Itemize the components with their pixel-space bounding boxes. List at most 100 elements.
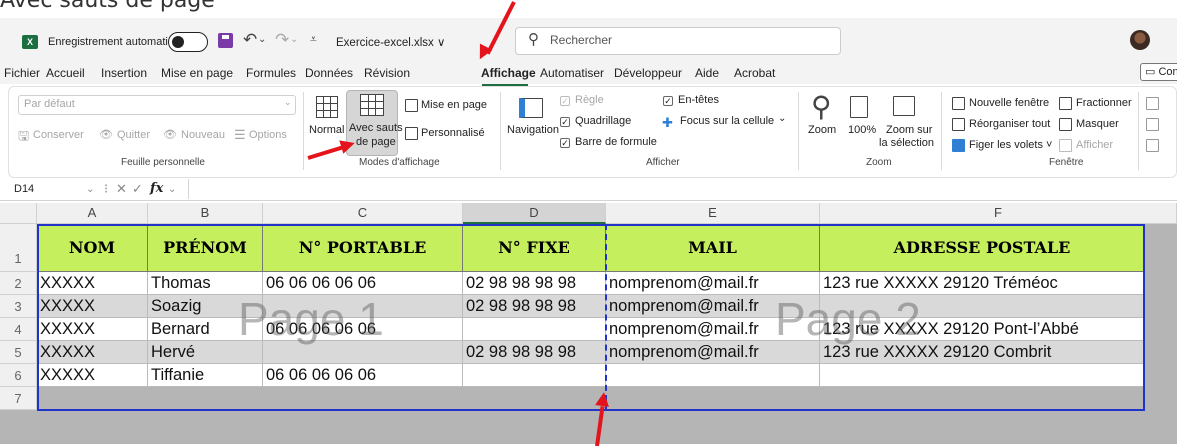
tab-aide[interactable]: Aide [695,66,719,80]
headings-checkbox[interactable]: ✓ [663,96,673,106]
formula-bar-checkbox[interactable]: ✓ [560,138,570,148]
new-view-button[interactable]: Nouveau [181,129,225,141]
row-header-6[interactable]: 6 [0,364,37,387]
save-icon[interactable] [218,33,233,48]
cell[interactable] [463,364,606,387]
cell[interactable]: 02 98 98 98 98 [463,341,606,364]
sync-scroll-icon[interactable] [1146,118,1159,131]
file-name[interactable]: Exercice-excel.xlsx ∨ [336,35,445,49]
cell[interactable] [820,364,1145,387]
row-header-3[interactable]: 3 [0,295,37,318]
header-cell-prenom[interactable]: PRÉNOM [148,224,263,272]
column-header-c[interactable]: C [263,203,463,224]
select-all-corner[interactable] [0,203,37,224]
tab-revision[interactable]: Révision [364,66,410,80]
focus-cell-dropdown-icon[interactable]: ⌄ [778,113,786,124]
options-button[interactable]: Options [249,129,287,141]
cell[interactable]: Hervé [148,341,263,364]
redo-icon[interactable]: ↷ [275,30,289,50]
row-header-2[interactable]: 2 [0,272,37,295]
tab-fichier[interactable]: Fichier [4,66,40,80]
cell[interactable]: 123 rue XXXXX 29120 Pont-l’Abbé [820,318,1145,341]
column-header-d[interactable]: D [463,203,606,224]
custom-views-button[interactable]: Personnalisé [421,127,485,139]
cell[interactable]: 06 06 06 06 06 [263,318,463,341]
normal-view-button[interactable]: Normal [309,124,344,136]
zoom-button[interactable]: Zoom [808,124,836,136]
cell[interactable]: Tiffanie [148,364,263,387]
header-cell-nom[interactable]: NOM [37,224,148,272]
cell[interactable]: Bernard [148,318,263,341]
new-window-button[interactable]: Nouvelle fenêtre [969,97,1049,109]
tab-affichage[interactable]: Affichage [481,66,536,80]
exit-button[interactable]: Quitter [117,129,150,141]
split-button[interactable]: Fractionner [1076,97,1132,109]
cell[interactable]: nomprenom@mail.fr [606,295,820,318]
cell[interactable]: XXXXX [37,364,148,387]
ruler-checkbox[interactable]: ✓ [560,96,570,106]
cell[interactable]: 02 98 98 98 98 [463,272,606,295]
cell[interactable]: nomprenom@mail.fr [606,341,820,364]
fx-dropdown-icon[interactable]: ⌄ [168,184,176,195]
page-layout-button[interactable]: Mise en page [421,99,487,111]
navigation-button[interactable]: Navigation [507,124,559,136]
tab-mise-en-page[interactable]: Mise en page [161,66,233,80]
cell[interactable] [463,318,606,341]
cell[interactable]: 123 rue XXXXX 29120 Tréméoc [820,272,1145,295]
tab-automatiser[interactable]: Automatiser [540,66,604,80]
cell[interactable]: nomprenom@mail.fr [606,318,820,341]
tab-acrobat[interactable]: Acrobat [734,66,775,80]
reset-position-icon[interactable] [1146,139,1159,152]
arrange-all-button[interactable]: Réorganiser tout [969,118,1050,130]
side-by-side-icon[interactable] [1146,97,1159,110]
redo-dropdown-icon[interactable]: ⌄ [290,34,298,45]
name-box-dropdown-icon[interactable]: ⌄ [86,184,94,195]
header-cell-mail[interactable]: MAIL [606,224,820,272]
cancel-icon[interactable]: ✕ [116,181,127,197]
header-cell-portable[interactable]: N° PORTABLE [263,224,463,272]
header-cell-fixe[interactable]: N° FIXE [463,224,606,272]
cell[interactable]: Soazig [148,295,263,318]
cell[interactable] [263,341,463,364]
undo-dropdown-icon[interactable]: ⌄ [258,34,266,45]
tab-formules[interactable]: Formules [246,66,296,80]
tab-insertion[interactable]: Insertion [101,66,147,80]
column-header-e[interactable]: E [606,203,820,224]
hide-button[interactable]: Masquer [1076,118,1119,130]
column-header-f[interactable]: F [820,203,1177,224]
column-header-a[interactable]: A [37,203,148,224]
zoom-selection-label-1[interactable]: Zoom sur [886,124,932,136]
header-cell-adresse[interactable]: ADRESSE POSTALE [820,224,1145,272]
comments-button[interactable]: ▭ Con [1140,63,1177,81]
cell[interactable]: XXXXX [37,295,148,318]
formula-input[interactable] [196,180,1171,198]
row-header-1[interactable]: 1 [0,224,37,272]
cell[interactable]: 123 rue XXXXX 29120 Combrit [820,341,1145,364]
user-avatar[interactable] [1130,30,1150,50]
tab-accueil[interactable]: Accueil [46,66,85,80]
cell[interactable]: 02 98 98 98 98 [463,295,606,318]
function-icon[interactable]: fx [150,181,163,196]
column-header-b[interactable]: B [148,203,263,224]
row-header-7[interactable]: 7 [0,387,37,410]
focus-cell-button[interactable]: Focus sur la cellule [680,115,774,127]
cell[interactable]: nomprenom@mail.fr [606,272,820,295]
search-placeholder[interactable]: Rechercher [550,33,612,47]
row-header-5[interactable]: 5 [0,341,37,364]
customize-qat-icon[interactable]: ⩡ [310,32,317,47]
cell[interactable]: XXXXX [37,341,148,364]
name-box[interactable]: D14 [14,183,34,195]
cell[interactable] [820,295,1145,318]
undo-icon[interactable]: ↶ [243,30,257,50]
autosave-toggle[interactable] [168,32,208,52]
cell[interactable]: Thomas [148,272,263,295]
enter-icon[interactable]: ✓ [132,181,143,197]
cell[interactable]: XXXXX [37,318,148,341]
tab-donnees[interactable]: Données [305,66,353,80]
keep-button[interactable]: Conserver [33,129,84,141]
cell[interactable] [263,295,463,318]
freeze-panes-button[interactable]: Figer les volets ˅ [969,139,1052,151]
cell[interactable]: XXXXX [37,272,148,295]
zoom-100-button[interactable]: 100% [848,124,876,136]
cell[interactable]: 06 06 06 06 06 [263,272,463,295]
